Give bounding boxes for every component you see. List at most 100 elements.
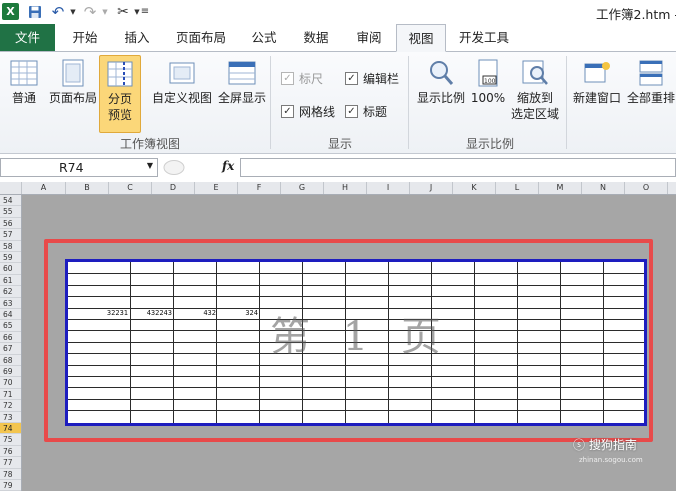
row-header[interactable]: 68 (0, 355, 21, 366)
select-all-corner[interactable] (0, 182, 22, 194)
row-header[interactable]: 69 (0, 366, 21, 378)
row-header[interactable]: 71 (0, 389, 21, 401)
page-break-label-2: 预览 (107, 108, 132, 122)
gridlines-checkbox[interactable]: ✓ 网格线 (281, 103, 335, 120)
row-header[interactable]: 79 (0, 480, 21, 491)
headings-label: 标题 (363, 105, 388, 119)
zoom-button[interactable]: 显示比例 (413, 58, 469, 106)
row-header[interactable]: 65 (0, 320, 21, 332)
tab-data[interactable]: 数据 (295, 24, 337, 51)
full-screen-label: 全屏显示 (217, 91, 266, 105)
tab-developer[interactable]: 开发工具 (452, 24, 516, 51)
custom-views-label: 自定义视图 (151, 91, 212, 105)
brand-name: 搜狗指南 (588, 438, 637, 452)
redo-dropdown-icon[interactable]: ▼ (101, 3, 109, 20)
column-header[interactable]: M (539, 182, 582, 194)
arrange-all-button[interactable]: 全部重排 (625, 58, 676, 106)
row-header[interactable]: 75 (0, 434, 21, 446)
ruler-check-icon: ✓ (281, 72, 294, 85)
column-header[interactable]: B (66, 182, 109, 194)
tools-icon[interactable]: ✂ (114, 3, 132, 20)
column-headers: ABCDEFGHIJKLMNO (0, 182, 676, 195)
redo-icon[interactable]: ↷ (82, 3, 98, 21)
group-separator (408, 56, 409, 149)
page-layout-view-button[interactable]: 页面布局 (46, 58, 100, 106)
tab-home[interactable]: 开始 (64, 24, 106, 51)
row-header[interactable]: 58 (0, 241, 21, 252)
normal-view-button[interactable]: 普通 (4, 58, 44, 106)
row-header[interactable]: 56 (0, 218, 21, 230)
zoom-label: 显示比例 (416, 91, 465, 105)
row-header[interactable]: 72 (0, 400, 21, 412)
row-header[interactable]: 77 (0, 457, 21, 469)
row-header[interactable]: 54 (0, 195, 21, 207)
row-header[interactable]: 70 (0, 377, 21, 389)
name-box-dropdown-icon[interactable]: ▼ (147, 161, 153, 170)
formula-bar-label: 编辑栏 (363, 72, 400, 86)
tab-formulas[interactable]: 公式 (243, 24, 285, 51)
column-header[interactable]: D (152, 182, 195, 194)
page-break-label-1: 分页 (107, 92, 132, 106)
show-group-label: 显示 (327, 137, 352, 151)
zoom-100-icon: 100 (473, 58, 503, 88)
brand-url: zhinan.sogou.com (579, 456, 643, 464)
row-header[interactable]: 59 (0, 252, 21, 264)
column-header[interactable]: N (582, 182, 625, 194)
ruler-checkbox[interactable]: ✓ 标尺 (281, 70, 323, 87)
column-header[interactable]: J (410, 182, 453, 194)
headings-checkbox[interactable]: ✓ 标题 (345, 103, 387, 120)
row-header[interactable]: 78 (0, 469, 21, 480)
row-headers: 54 55 56 57 58 59 60 61 62 63 64 65 66 67 68 69 70 71 72 73… (0, 195, 22, 491)
row-header[interactable]: 67 (0, 343, 21, 355)
tab-review[interactable]: 审阅 (348, 24, 390, 51)
row-header[interactable]: 55 (0, 206, 21, 218)
row-header-selected[interactable]: 74 (0, 423, 21, 435)
page-break-preview-button[interactable]: 分页 预览 (99, 55, 141, 133)
column-header[interactable]: A (22, 182, 66, 194)
tab-file[interactable]: 文件 (0, 24, 55, 51)
row-header[interactable]: 66 (0, 332, 21, 344)
column-header[interactable]: I (367, 182, 410, 194)
page-break-preview-icon (105, 59, 135, 89)
column-header[interactable]: F (238, 182, 281, 194)
tab-page-layout[interactable]: 页面布局 (170, 24, 232, 51)
row-header[interactable]: 61 (0, 275, 21, 287)
normal-view-icon (9, 58, 39, 88)
page-layout-icon (58, 58, 88, 88)
zoom-to-selection-button[interactable]: 缩放到 选定区域 (508, 58, 562, 122)
column-header[interactable]: K (453, 182, 496, 194)
full-screen-button[interactable]: 全屏显示 (215, 58, 269, 106)
column-header[interactable]: E (195, 182, 238, 194)
row-header[interactable]: 73 (0, 412, 21, 423)
column-header[interactable]: H (324, 182, 367, 194)
row-header[interactable]: 76 (0, 446, 21, 458)
insert-function-icon[interactable]: fx (222, 159, 234, 173)
excel-logo-icon[interactable]: X (2, 3, 19, 20)
column-header[interactable]: C (109, 182, 152, 194)
column-header[interactable]: O (625, 182, 668, 194)
row-header[interactable]: 64 (0, 309, 21, 321)
group-separator (270, 56, 271, 149)
new-window-button[interactable]: 新建窗口 (570, 58, 624, 106)
zoom-100-button[interactable]: 100 100% (470, 58, 506, 106)
zoom-group-label: 显示比例 (465, 137, 514, 151)
name-box[interactable]: R74 ▼ (0, 158, 158, 177)
custom-views-button[interactable]: 自定义视图 (150, 58, 214, 106)
customize-qat-icon[interactable]: ≡ (140, 3, 150, 20)
formula-input[interactable] (240, 158, 676, 177)
custom-views-icon (167, 58, 197, 88)
tab-view[interactable]: 视图 (396, 24, 446, 52)
formula-bar-checkbox[interactable]: ✓ 编辑栏 (345, 70, 399, 87)
save-icon[interactable] (27, 3, 43, 20)
row-header[interactable]: 62 (0, 286, 21, 298)
column-header[interactable]: G (281, 182, 324, 194)
undo-icon[interactable]: ↶ (50, 3, 66, 21)
row-header[interactable]: 57 (0, 229, 21, 241)
undo-dropdown-icon[interactable]: ▼ (69, 3, 77, 20)
arrange-all-label: 全部重排 (626, 91, 675, 105)
tab-insert[interactable]: 插入 (116, 24, 158, 51)
sogou-logo-icon: ⓢ (573, 438, 586, 452)
row-header[interactable]: 63 (0, 298, 21, 309)
column-header[interactable]: L (496, 182, 539, 194)
row-header[interactable]: 60 (0, 263, 21, 275)
